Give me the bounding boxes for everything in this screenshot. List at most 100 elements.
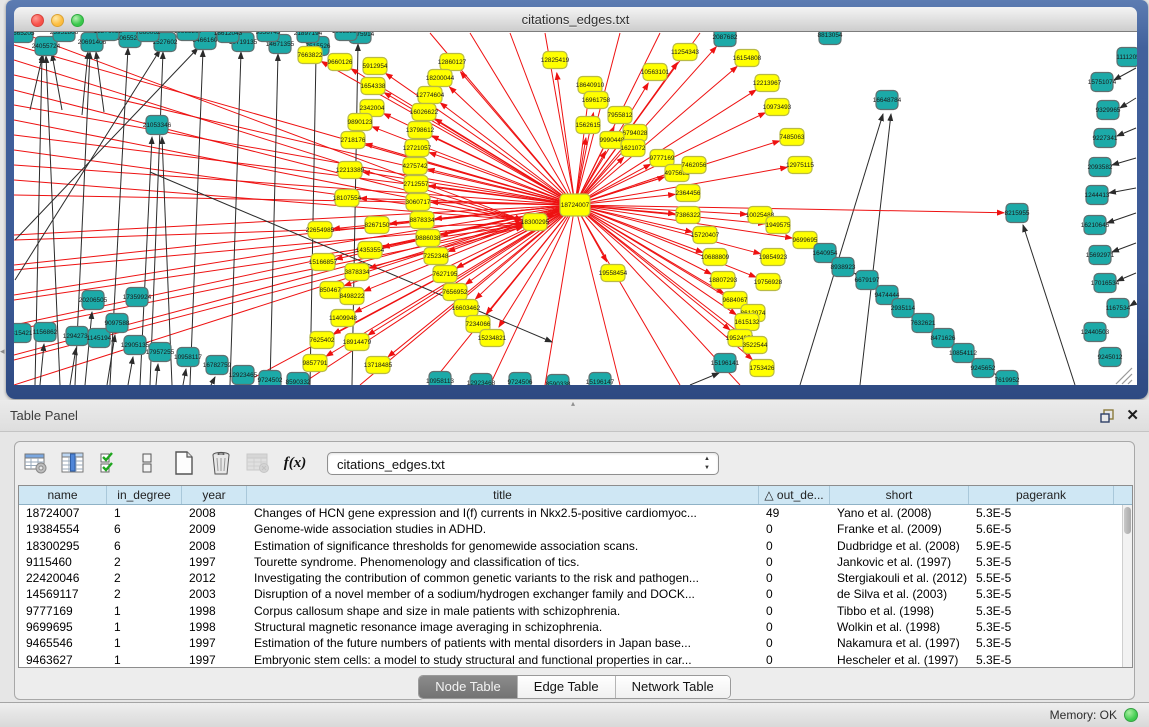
table-type-tabbar: Node TableEdge TableNetwork Table	[15, 675, 1134, 699]
table-panel-title: Table Panel	[10, 408, 78, 423]
column-header-name[interactable]: name	[19, 486, 107, 504]
table-cell: 9777169	[19, 603, 107, 619]
table-cell: Tibbo et al. (1998)	[830, 603, 969, 619]
tab-edge-table[interactable]: Edge Table	[518, 676, 616, 698]
table-row[interactable]: 1830029562008Estimation of significance …	[19, 538, 1122, 554]
table-cell: 1997	[182, 652, 247, 667]
network-canvas[interactable]: 2405572420691406106552571527602846616010…	[14, 32, 1137, 385]
table-row[interactable]: 2242004622012Investigating the contribut…	[19, 570, 1122, 586]
graph-node-label: 18200044	[426, 75, 455, 82]
select-columns-icon[interactable]	[97, 450, 123, 476]
graph-node-label: 9724506	[508, 379, 533, 385]
graph-node-label: 9227341	[1093, 135, 1118, 142]
table-row[interactable]: 1456911722003Disruption of a novel membe…	[19, 586, 1122, 602]
graph-node-label: 10958117	[174, 354, 202, 361]
resize-grip-icon[interactable]	[1116, 368, 1132, 384]
graph-node-label: 15196147	[586, 379, 615, 385]
graph-node-label: 10958113	[426, 378, 454, 385]
graph-node-label: 1156862	[33, 329, 58, 336]
delete-column-icon[interactable]	[208, 450, 234, 476]
graph-edge	[1112, 158, 1136, 165]
table-row[interactable]: 969969511998Structural magnetic resonanc…	[19, 619, 1122, 635]
graph-node-label: 1562615	[576, 122, 601, 129]
table-cell: Structural magnetic resonance image aver…	[247, 619, 759, 635]
column-header-pagerank[interactable]: pagerank	[969, 486, 1114, 504]
graph-node-label: 5912954	[363, 63, 388, 70]
graph-node-label: 12975115	[786, 162, 814, 169]
graph-node-label: 3315421	[14, 330, 33, 337]
table-cell: 9699695	[19, 619, 107, 635]
table-cell: 1	[107, 652, 182, 667]
table-cell: Disruption of a novel member of a sodium…	[247, 586, 759, 602]
graph-node-label: 1615132	[735, 319, 760, 326]
graph-node-label: 3878334	[345, 269, 370, 276]
table-cell: 9465546	[19, 635, 107, 651]
graph-node-label: 8938923	[831, 264, 856, 271]
graph-edge	[270, 54, 278, 385]
graph-node-label: 9329965	[1096, 107, 1121, 114]
table-settings-icon[interactable]	[23, 450, 49, 476]
graph-node-label: 3060717	[406, 199, 431, 206]
graph-edge	[15, 50, 160, 280]
table-row[interactable]: 911546021997Tourette syndrome. Phenomeno…	[19, 554, 1122, 570]
panel-splitter-arrow-icon[interactable]: ▴	[571, 399, 575, 408]
table-cell: 2008	[182, 538, 247, 554]
tab-node-table[interactable]: Node Table	[419, 676, 518, 698]
table-cell: Estimation of significance thresholds fo…	[247, 538, 759, 554]
graph-node-label: 16210645	[1081, 222, 1110, 229]
graph-edge	[545, 205, 575, 385]
table-vertical-scrollbar[interactable]	[1122, 505, 1132, 667]
close-panel-icon[interactable]: ✕	[1126, 406, 1139, 424]
table-row[interactable]: 946362711997Embryonic stem cells: a mode…	[19, 652, 1122, 667]
table-select-combobox[interactable]: citations_edges.txt ▲▼	[327, 452, 719, 475]
table-cell: 5.3E-5	[969, 635, 1114, 651]
graph-node-label: 7656952	[443, 289, 468, 296]
table-cell: 6	[107, 521, 182, 537]
table-cell: Jankovic et al. (1997)	[830, 554, 969, 570]
column-header-short[interactable]: short	[830, 486, 969, 504]
graph-edge	[183, 369, 186, 385]
table-row[interactable]: 977716911998Corpus callosum shape and si…	[19, 603, 1122, 619]
function-builder-icon[interactable]: f(x)	[282, 450, 308, 476]
graph-edge	[40, 344, 44, 385]
new-column-icon[interactable]	[171, 450, 197, 476]
table-cell: 5.3E-5	[969, 619, 1114, 635]
graph-node-label: 10688809	[701, 254, 730, 261]
table-cell: Genome-wide association studies in ADHD.	[247, 521, 759, 537]
table-cell: Hescheler et al. (1997)	[830, 652, 969, 667]
table-cell: 5.3E-5	[969, 586, 1114, 602]
graph-node-label: 10973493	[763, 104, 792, 111]
table-cell: 0	[759, 586, 830, 602]
show-column-icon[interactable]	[60, 450, 86, 476]
table-cell: 1997	[182, 635, 247, 651]
table-cell: 2009	[182, 521, 247, 537]
column-header-in-degree[interactable]: in_degree	[107, 486, 182, 504]
table-cell: 9463627	[19, 652, 107, 667]
graph-node-label: 15234821	[478, 335, 507, 342]
sidebar-splitter-arrow-icon[interactable]: ◂	[0, 346, 5, 357]
table-cell: 1997	[182, 554, 247, 570]
column-header-out-de-[interactable]: △ out_de...	[759, 486, 830, 504]
graph-edge	[230, 52, 241, 385]
table-row[interactable]: 1872400712008Changes of HCN gene express…	[19, 505, 1122, 521]
column-header-year[interactable]: year	[182, 486, 247, 504]
table-row[interactable]: 946554611997Estimation of the future num…	[19, 635, 1122, 651]
graph-node-label: 9245012	[1098, 354, 1123, 361]
graph-node-label: 7485063	[780, 134, 805, 141]
graph-node-label: 21053346	[143, 122, 172, 129]
graph-node-label: 1640954	[813, 250, 838, 257]
graph-node-label: 16154808	[733, 55, 762, 62]
row-toggle-icon[interactable]	[134, 450, 160, 476]
table-row[interactable]: 1938455462009Genome-wide association stu…	[19, 521, 1122, 537]
tab-network-table[interactable]: Network Table	[616, 676, 730, 698]
graph-node-label: 4275742	[403, 163, 428, 170]
graph-edge	[156, 364, 158, 385]
column-header-title[interactable]: title	[247, 486, 759, 504]
float-panel-icon[interactable]	[1099, 408, 1115, 424]
table-cell: 5.3E-5	[969, 603, 1114, 619]
delete-table-icon[interactable]	[245, 450, 271, 476]
graph-node-label: 18612043	[214, 32, 243, 37]
graph-node-label: 2712557	[404, 181, 429, 188]
window-titlebar[interactable]: citations_edges.txt	[14, 7, 1137, 32]
scrollbar-thumb[interactable]	[1124, 507, 1131, 534]
